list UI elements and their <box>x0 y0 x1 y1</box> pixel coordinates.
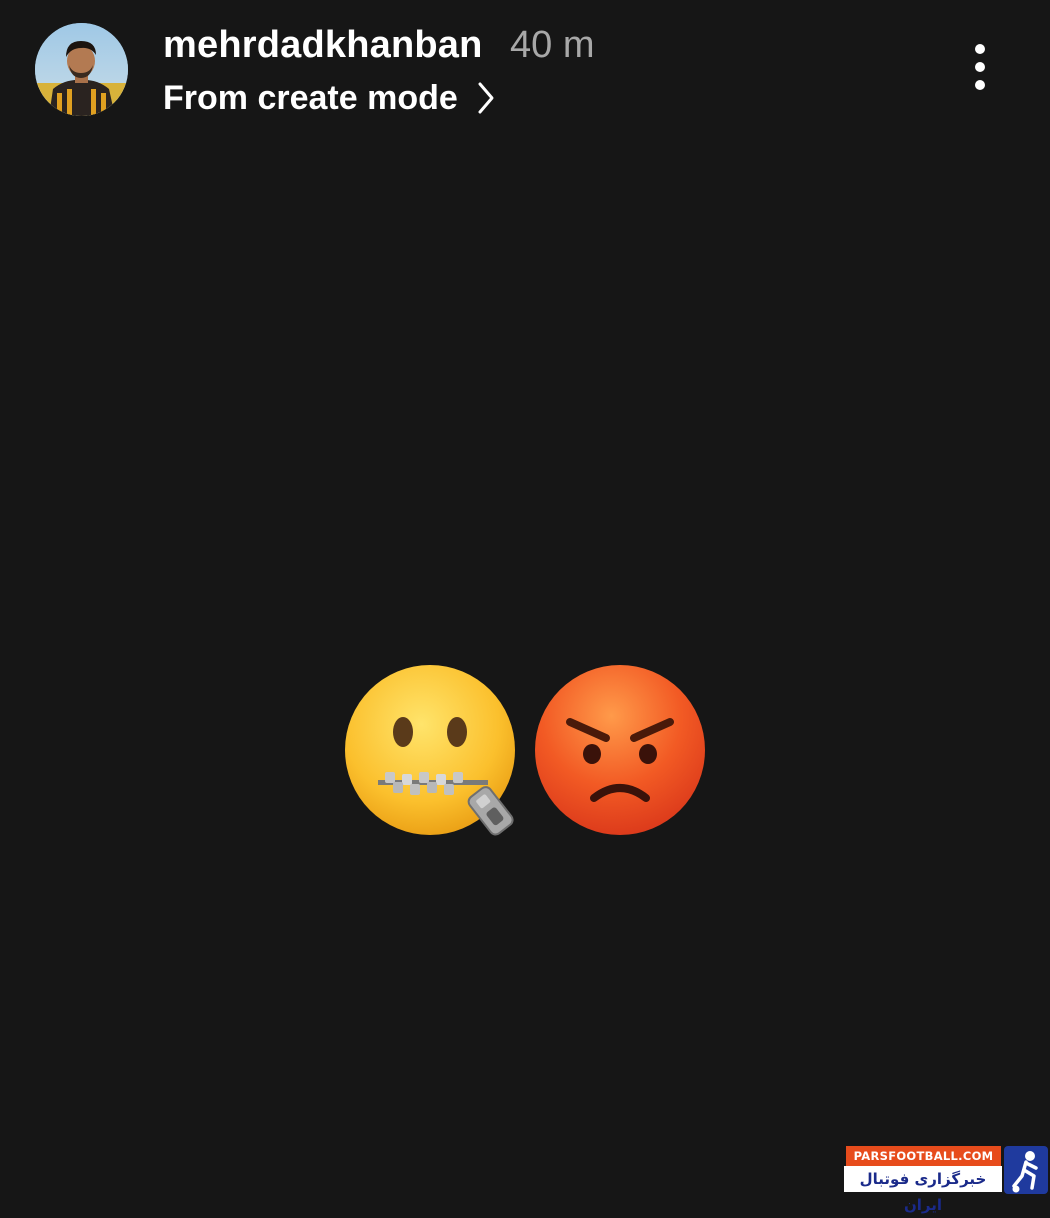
chevron-right-icon <box>478 82 494 114</box>
username[interactable]: mehrdadkhanban <box>163 22 483 68</box>
create-mode-link[interactable]: From create mode <box>163 76 496 120</box>
angry-face-icon <box>535 665 705 835</box>
watermark-tagline: خبرگزاری فوتبال ایران <box>844 1166 1002 1214</box>
football-player-icon <box>1004 1146 1048 1194</box>
more-options-button[interactable] <box>960 40 1000 96</box>
more-vertical-icon <box>975 44 985 90</box>
post-time: 40 m <box>510 24 595 66</box>
avatar[interactable] <box>35 23 128 116</box>
parsfootball-watermark: PARSFOOTBALL.COM خبرگزاری فوتبال ایران <box>844 1146 1050 1214</box>
avatar-photo <box>35 23 128 116</box>
emoji-stickers <box>340 660 720 840</box>
story-header: mehrdadkhanban 40 m From create mode <box>0 0 1050 140</box>
zipper-mouth-face-icon <box>345 665 515 836</box>
create-mode-label: From create mode <box>163 79 458 117</box>
watermark-site-name: PARSFOOTBALL.COM <box>846 1146 1001 1166</box>
